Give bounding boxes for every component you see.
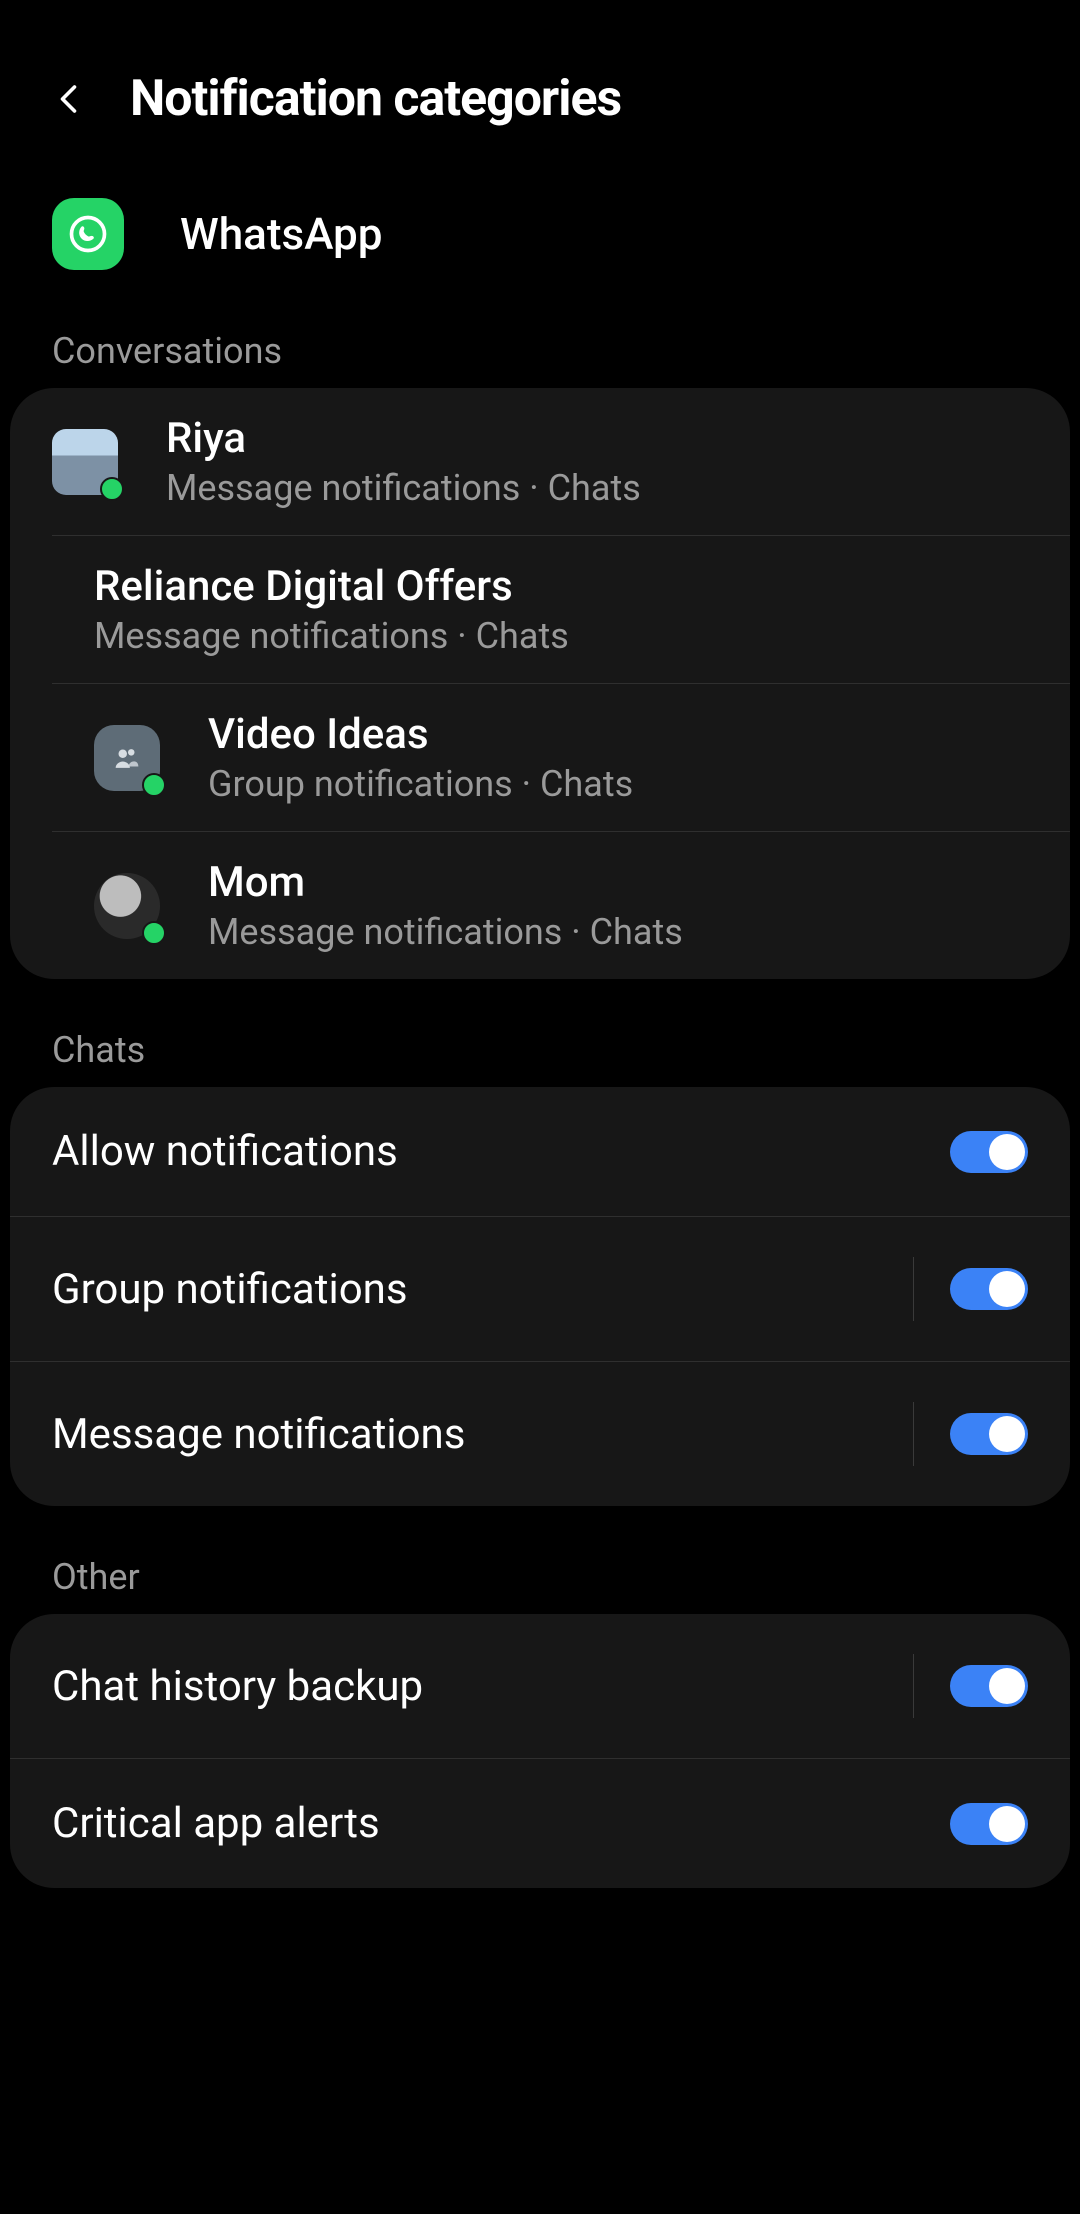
conversation-title: Reliance Digital Offers bbox=[94, 562, 569, 611]
toggle-switch[interactable] bbox=[950, 1803, 1028, 1845]
section-label-conversations: Conversations bbox=[0, 330, 1080, 388]
whatsapp-icon bbox=[52, 198, 124, 270]
whatsapp-badge-icon bbox=[100, 477, 124, 501]
avatar bbox=[94, 725, 160, 791]
toggle-switch[interactable] bbox=[950, 1665, 1028, 1707]
section-label-chats: Chats bbox=[0, 1029, 1080, 1087]
page-title: Notification categories bbox=[130, 70, 621, 128]
app-name: WhatsApp bbox=[180, 208, 382, 260]
conversation-title: Riya bbox=[166, 414, 641, 463]
conversation-title: Video Ideas bbox=[208, 710, 633, 759]
header: Notification categories bbox=[0, 0, 1080, 168]
conversation-item[interactable]: Video Ideas Group notifications · Chats bbox=[52, 683, 1070, 831]
separator bbox=[913, 1257, 914, 1321]
conversations-card: Riya Message notifications · Chats Relia… bbox=[10, 388, 1070, 979]
other-card: Chat history backup Critical app alerts bbox=[10, 1614, 1070, 1888]
conversation-subtitle: Message notifications · Chats bbox=[208, 911, 683, 953]
separator bbox=[913, 1402, 914, 1466]
setting-critical-app-alerts[interactable]: Critical app alerts bbox=[10, 1758, 1070, 1888]
conversation-subtitle: Message notifications · Chats bbox=[166, 467, 641, 509]
setting-label: Group notifications bbox=[52, 1265, 408, 1314]
setting-label: Message notifications bbox=[52, 1410, 465, 1459]
conversation-title: Mom bbox=[208, 858, 683, 907]
toggle-switch[interactable] bbox=[950, 1131, 1028, 1173]
chats-card: Allow notifications Group notifications … bbox=[10, 1087, 1070, 1506]
setting-message-notifications[interactable]: Message notifications bbox=[10, 1361, 1070, 1506]
conversation-item[interactable]: Riya Message notifications · Chats bbox=[10, 388, 1070, 535]
setting-chat-history-backup[interactable]: Chat history backup bbox=[10, 1614, 1070, 1758]
setting-label: Allow notifications bbox=[52, 1127, 398, 1176]
separator bbox=[913, 1654, 914, 1718]
setting-label: Critical app alerts bbox=[52, 1799, 380, 1848]
avatar bbox=[52, 429, 118, 495]
conversation-subtitle: Message notifications · Chats bbox=[94, 615, 569, 657]
conversation-item[interactable]: Reliance Digital Offers Message notifica… bbox=[52, 535, 1070, 683]
toggle-switch[interactable] bbox=[950, 1413, 1028, 1455]
toggle-switch[interactable] bbox=[950, 1268, 1028, 1310]
conversation-subtitle: Group notifications · Chats bbox=[208, 763, 633, 805]
app-identity-row[interactable]: WhatsApp bbox=[0, 168, 1080, 330]
whatsapp-badge-icon bbox=[142, 773, 166, 797]
conversation-item[interactable]: Mom Message notifications · Chats bbox=[52, 831, 1070, 979]
back-icon[interactable] bbox=[50, 79, 90, 119]
settings-screen: Notification categories WhatsApp Convers… bbox=[0, 0, 1080, 2214]
avatar bbox=[94, 873, 160, 939]
setting-group-notifications[interactable]: Group notifications bbox=[10, 1216, 1070, 1361]
setting-allow-notifications[interactable]: Allow notifications bbox=[10, 1087, 1070, 1216]
whatsapp-badge-icon bbox=[142, 921, 166, 945]
section-label-other: Other bbox=[0, 1556, 1080, 1614]
setting-label: Chat history backup bbox=[52, 1662, 423, 1711]
